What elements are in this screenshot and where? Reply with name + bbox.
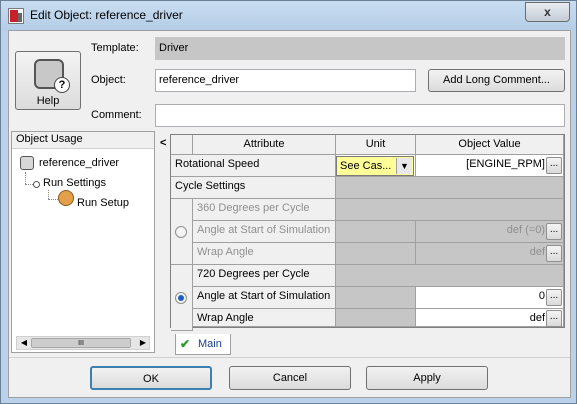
scroll-thumb[interactable]: III (31, 338, 131, 348)
cancel-button[interactable]: Cancel (229, 366, 351, 390)
dialog-window: Edit Object: reference_driver x ? Help T… (0, 0, 577, 404)
attr-angle-start-720: Angle at Start of Simulation (193, 287, 336, 309)
ellipsis-button[interactable]: ... (546, 245, 562, 262)
app-icon (8, 8, 24, 24)
attr-wrap-angle-360: Wrap Angle (193, 243, 336, 265)
grid-corner (171, 135, 193, 155)
tree-line (25, 184, 33, 185)
tree-node-icon (33, 181, 40, 188)
unit-wrap-720 (336, 309, 416, 327)
value-angle-start-720[interactable]: 0 (416, 287, 564, 309)
footer-separator (9, 357, 570, 358)
tree-item-run-settings[interactable]: Run Settings (43, 177, 106, 189)
object-usage-header: Object Usage (12, 132, 154, 149)
check-icon: ✔ (180, 337, 191, 351)
attr-cycle-settings: Cycle Settings (171, 177, 336, 199)
ellipsis-button[interactable]: ... (546, 157, 562, 174)
template-label: Template: (91, 42, 139, 54)
radio-360[interactable] (175, 226, 187, 238)
header-object-value: Object Value (416, 135, 564, 155)
comment-label: Comment: (91, 109, 142, 121)
horizontal-scrollbar[interactable]: ◀ III ▶ (16, 336, 150, 350)
collapse-panel-icon[interactable]: < (160, 137, 166, 149)
attribute-grid: Attribute Unit Object Value Rotational S… (170, 134, 565, 331)
apply-button[interactable]: Apply (366, 366, 488, 390)
question-mark-icon: ? (54, 77, 70, 93)
tree-item-run-setup[interactable]: Run Setup (77, 197, 129, 209)
tree-item-reference-driver[interactable]: reference_driver (39, 157, 119, 169)
ellipsis-button[interactable]: ... (546, 310, 562, 327)
tree-line (48, 199, 58, 200)
add-long-comment-button[interactable]: Add Long Comment... (428, 69, 565, 92)
ok-button[interactable]: OK (90, 366, 212, 390)
unit-dropdown-value: See Cas... (340, 160, 392, 172)
header-attribute: Attribute (193, 135, 336, 155)
tree-line (48, 190, 49, 199)
attr-rotational-speed: Rotational Speed (171, 155, 336, 177)
window-title: Edit Object: reference_driver (30, 8, 183, 22)
scroll-right-icon[interactable]: ▶ (137, 337, 149, 349)
help-label: Help (36, 95, 60, 107)
tree-line (25, 172, 26, 184)
deg360-filler (336, 199, 564, 221)
scroll-left-icon[interactable]: ◀ (18, 337, 30, 349)
dropdown-arrow-icon[interactable]: ▼ (396, 158, 412, 174)
run-setup-icon (58, 190, 74, 206)
object-usage-panel: Object Usage reference_driver Run Settin… (11, 131, 155, 353)
comment-field[interactable] (155, 104, 565, 127)
attr-720-degrees: 720 Degrees per Cycle (193, 265, 336, 287)
deg720-filler (336, 265, 564, 287)
unit-angle-start-360 (336, 221, 416, 243)
value-wrap-angle-720[interactable]: def (416, 309, 564, 327)
header-unit: Unit (336, 135, 416, 155)
ellipsis-button[interactable]: ... (546, 289, 562, 306)
value-rotational-speed[interactable]: [ENGINE_RPM] (416, 155, 564, 177)
attr-angle-start-360: Angle at Start of Simulation (193, 221, 336, 243)
ellipsis-button[interactable]: ... (546, 223, 562, 240)
object-label: Object: (91, 74, 126, 86)
cycle-settings-filler (336, 177, 564, 199)
unit-dropdown[interactable]: See Cas... ▼ (336, 156, 414, 176)
tab-main-label: Main (198, 338, 222, 350)
attr-360-degrees: 360 Degrees per Cycle (193, 199, 336, 221)
unit-angle-start-720 (336, 287, 416, 309)
template-icon (20, 156, 34, 170)
close-button[interactable]: x (525, 2, 570, 22)
help-button[interactable]: ? Help (15, 51, 81, 110)
tab-main[interactable]: ✔ Main (175, 334, 231, 355)
object-name-field[interactable]: reference_driver (155, 69, 416, 92)
unit-wrap-360 (336, 243, 416, 265)
value-wrap-angle-360: def (416, 243, 564, 265)
value-angle-start-360: def (=0) (416, 221, 564, 243)
attr-wrap-angle-720: Wrap Angle (193, 309, 336, 327)
dialog-client-area: ? Help Template: Driver Object: referenc… (8, 30, 571, 398)
radio-720[interactable] (175, 292, 187, 304)
title-bar[interactable]: Edit Object: reference_driver x (1, 1, 576, 30)
template-field: Driver (155, 37, 565, 60)
